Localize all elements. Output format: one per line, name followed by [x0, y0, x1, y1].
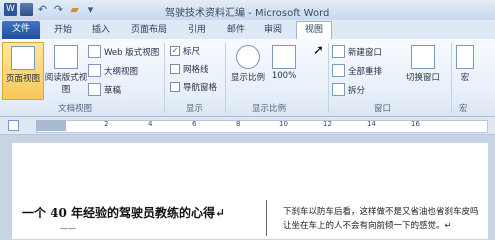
zoom-button[interactable]: 显示比例	[229, 42, 267, 83]
reading-layout-icon	[54, 45, 78, 69]
group-separator	[225, 43, 226, 113]
reading-layout-label: 阅读版式视图	[44, 73, 88, 95]
nav-pane-checkbox[interactable]: 导航窗格	[170, 81, 217, 93]
magnifier-icon	[236, 45, 260, 69]
zoom-label: 显示比例	[230, 73, 265, 83]
new-window-icon	[332, 45, 345, 58]
undo-icon[interactable]: ↶	[36, 3, 49, 16]
draft-label: 草稿	[104, 85, 122, 96]
print-layout-label: 页面视图	[5, 74, 40, 84]
new-window-button[interactable]: 新建窗口	[332, 45, 382, 58]
tab-stop-selector-icon[interactable]	[8, 120, 19, 131]
customize-qat-icon[interactable]: ▾	[84, 3, 97, 16]
horizontal-ruler[interactable]: 2 4 6 8 10 12 14 16	[0, 117, 495, 135]
group-label-zoom: 显示比例	[252, 104, 287, 114]
tab-page-layout[interactable]: 页面布局	[131, 22, 167, 39]
ruler-check-icon: ✓	[170, 46, 180, 56]
open-folder-icon[interactable]: ▰	[68, 3, 81, 16]
zoom-100-button[interactable]: 100%	[270, 42, 298, 81]
group-separator	[328, 43, 329, 113]
ruler-checkbox[interactable]: ✓ 标尺	[170, 45, 200, 57]
ruler-label: 标尺	[183, 47, 201, 57]
new-window-label: 新建窗口	[348, 47, 383, 58]
gridlines-label: 网格线	[183, 65, 209, 75]
document-heading: 一个 40 年经验的驾驶员教练的心得↵	[22, 206, 226, 220]
macros-label: 宏	[460, 73, 470, 83]
column-divider	[266, 200, 267, 236]
nav-pane-check-icon	[170, 82, 180, 92]
switch-windows-icon	[411, 45, 435, 69]
ruler-number: 14	[367, 120, 376, 128]
ribbon: 页面视图 阅读版式视图 Web 版式视图 大纲视图 草稿 文档视图 ✓ 标尺 网…	[0, 39, 495, 117]
split-icon	[332, 83, 345, 96]
gridlines-check-icon	[170, 64, 180, 74]
arrange-all-label: 全部重排	[348, 66, 383, 77]
macros-icon	[456, 45, 474, 69]
tab-insert[interactable]: 插入	[92, 22, 110, 39]
web-layout-button[interactable]: Web 版式视图	[88, 45, 159, 58]
zoom-100-label: 100%	[271, 71, 297, 81]
web-layout-icon	[88, 45, 101, 58]
macros-button[interactable]: 宏	[454, 42, 476, 83]
draft-icon	[88, 83, 101, 96]
outline-button[interactable]: 大纲视图	[88, 64, 138, 77]
right-column-line: 让坐在车上的人不会有向前倾一下的感觉。↵	[283, 221, 452, 231]
quick-access-toolbar: W ↶ ↷ ▰ ▾	[4, 3, 97, 16]
outline-icon	[88, 64, 101, 77]
ruler-margin	[36, 120, 66, 131]
ribbon-tabs: 文件 开始 插入 页面布局 引用 邮件 审阅 视图	[0, 20, 495, 40]
group-separator	[164, 43, 165, 113]
tab-references[interactable]: 引用	[188, 22, 206, 39]
arrange-all-icon	[332, 64, 345, 77]
tab-mailings[interactable]: 邮件	[227, 22, 245, 39]
split-label: 拆分	[348, 85, 366, 96]
title-bar: W ↶ ↷ ▰ ▾ 驾驶技术资料汇编 - Microsoft Word	[0, 0, 495, 20]
ruler-number: 6	[192, 120, 197, 128]
web-layout-label: Web 版式视图	[104, 47, 160, 58]
ruler-number: 2	[104, 120, 109, 128]
document-right-column: 下刹车以防车后看，这样做不是又省油也省刹车皮吗 让坐在车上的人不会有向前倾一下的…	[283, 205, 479, 233]
tab-home[interactable]: 开始	[54, 22, 72, 39]
redo-icon[interactable]: ↷	[52, 3, 65, 16]
group-label-doc-views: 文档视图	[58, 104, 93, 114]
outline-label: 大纲视图	[104, 66, 139, 77]
switch-windows-label: 切换窗口	[405, 73, 440, 83]
ruler-number: 12	[323, 120, 332, 128]
group-separator	[451, 43, 452, 113]
ruler-number: 10	[279, 120, 288, 128]
split-button[interactable]: 拆分	[332, 83, 365, 96]
nav-pane-label: 导航窗格	[183, 83, 218, 93]
group-label-window: 窗口	[374, 104, 392, 114]
zoom-100-icon	[272, 45, 296, 69]
arrange-all-button[interactable]: 全部重排	[332, 64, 382, 77]
save-icon[interactable]	[20, 3, 33, 16]
tab-review[interactable]: 审阅	[264, 22, 282, 39]
document-subtext: ——	[60, 224, 76, 233]
word-logo-icon[interactable]: W	[4, 3, 17, 16]
print-layout-icon	[11, 46, 35, 70]
ruler-number: 4	[148, 120, 153, 128]
gridlines-checkbox[interactable]: 网格线	[170, 63, 209, 75]
switch-windows-button[interactable]: 切换窗口	[403, 42, 443, 83]
draft-button[interactable]: 草稿	[88, 83, 121, 96]
tab-view[interactable]: 视图	[296, 21, 333, 40]
window-title: 驾驶技术资料汇编 - Microsoft Word	[165, 8, 330, 19]
reading-layout-button[interactable]: 阅读版式视图	[44, 42, 88, 98]
ruler-number: 16	[411, 120, 420, 128]
mouse-cursor-icon: ➚	[313, 43, 324, 58]
tab-file[interactable]: 文件	[2, 21, 40, 39]
group-label-macros: 宏	[459, 104, 468, 114]
group-label-show: 显示	[186, 104, 204, 114]
ruler-number: 8	[236, 120, 241, 128]
right-column-line: 下刹车以防车后看，这样做不是又省油也省刹车皮吗	[283, 207, 479, 217]
print-layout-button[interactable]: 页面视图	[2, 42, 44, 100]
